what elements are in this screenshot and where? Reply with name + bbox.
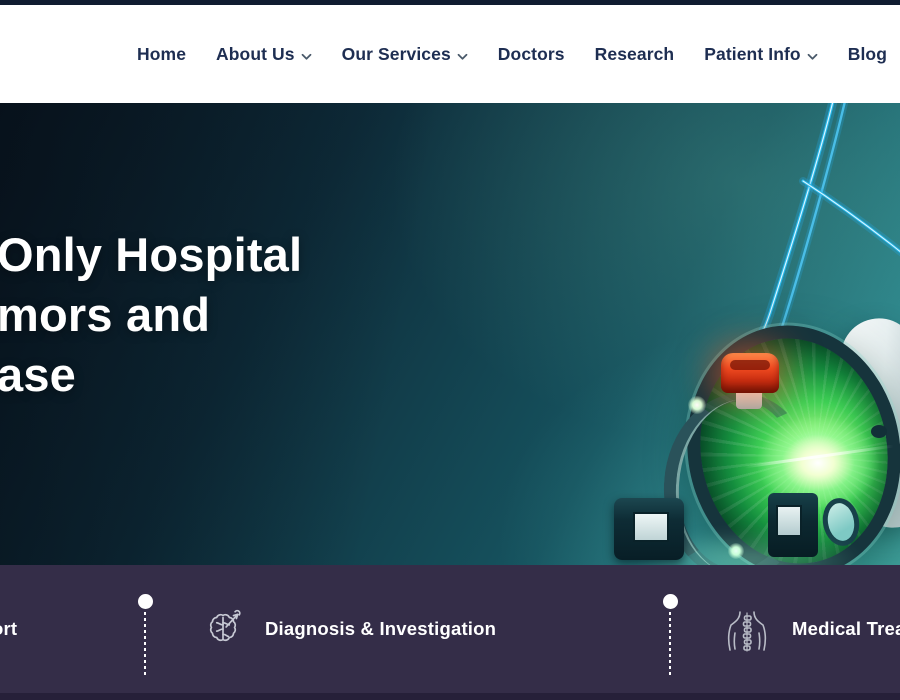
machine-motor-face	[776, 505, 802, 537]
main-navigation: Home About Us Our Services Doctors Resea…	[0, 5, 900, 103]
hero-heading-line2: mors and	[0, 288, 210, 341]
nav-label: About Us	[216, 44, 295, 65]
nav-item-about-us[interactable]: About Us	[216, 42, 312, 66]
nav-item-patient-info[interactable]: Patient Info	[704, 42, 817, 66]
separator-dotted-line	[144, 612, 146, 677]
nav-label: Home	[137, 44, 186, 65]
nav-label: Research	[595, 44, 675, 65]
hero-heading: OnlyHospital mors and ase	[0, 225, 302, 405]
services-bar-bottom-strip	[0, 693, 900, 700]
machine-motor-face	[633, 512, 669, 542]
brain-pencil-icon	[202, 607, 244, 654]
hero-heading-line3: ase	[0, 348, 76, 401]
hero-heading-rest: Hospital	[115, 228, 302, 281]
nav-label: Doctors	[498, 44, 565, 65]
nav-item-doctors[interactable]: Doctors	[498, 44, 565, 65]
service-item-diagnosis[interactable]: Diagnosis & Investigation	[200, 565, 500, 700]
nav-item-home[interactable]: Home	[137, 44, 186, 65]
service-label: ort	[0, 618, 17, 640]
hero-heading-emphasis: Only	[0, 228, 102, 281]
nav-item-blog[interactable]: Blog	[848, 44, 887, 65]
nav-label: Patient Info	[704, 44, 800, 65]
hero-banner: OnlyHospital mors and ase	[0, 103, 900, 565]
separator-dot	[138, 594, 153, 609]
service-label: Medical Treatment	[792, 618, 900, 640]
service-item-treatment[interactable]: Medical Treatment	[724, 565, 900, 700]
services-carousel-bar: ort Diagnosis & Investigation	[0, 565, 900, 700]
hero-heading-line1: OnlyHospital	[0, 228, 302, 281]
nav-label: Our Services	[342, 44, 451, 65]
separator-dot	[663, 594, 678, 609]
machine-red-cap	[721, 353, 779, 393]
nav-item-our-services[interactable]: Our Services	[342, 42, 468, 66]
nav-label: Blog	[848, 44, 887, 65]
service-item-support[interactable]: ort	[0, 565, 32, 700]
chevron-down-icon	[457, 45, 468, 66]
chevron-down-icon	[301, 45, 312, 66]
chevron-down-icon	[807, 45, 818, 66]
machine-knob	[871, 425, 887, 438]
spine-icon	[724, 607, 770, 660]
nav-item-research[interactable]: Research	[595, 44, 675, 65]
service-label: Diagnosis & Investigation	[265, 618, 496, 640]
separator-dotted-line	[669, 612, 671, 677]
machine-light-dot	[688, 396, 706, 414]
